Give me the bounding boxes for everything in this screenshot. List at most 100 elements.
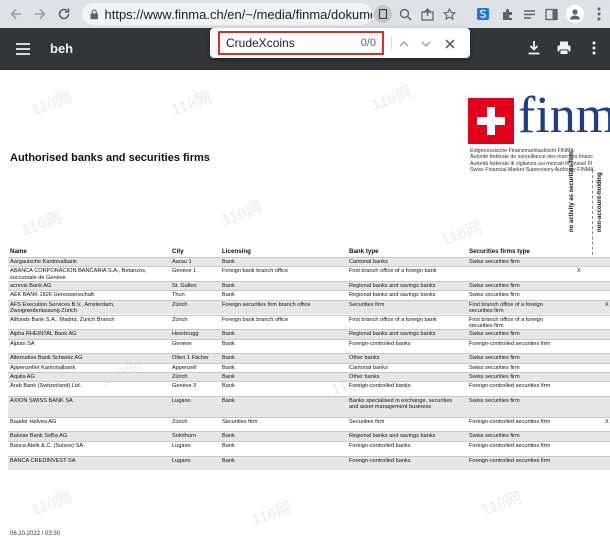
cell-city: Zürich (172, 374, 188, 380)
table-row: Aargauische Kantonalbank Aarau 1 Bank Canto… (8, 257, 610, 267)
cell-name: BANCA CREDINVEST SA (10, 457, 76, 464)
cell-securities-type: Swiss securities firm (469, 259, 520, 265)
download-icon (528, 41, 540, 55)
browser-menu-button[interactable] (590, 5, 608, 23)
footer-date: 06.10.2022 / 03:30 (10, 531, 61, 537)
cell-bank-type: Other banks (349, 355, 380, 362)
table-row: AEK BANK 1826 Genossenschaft Thun Bank Regi… (8, 290, 610, 299)
cell-city: Genève 3 (172, 383, 197, 390)
table-row: Arab Bank (Switzerland) Ltd. Genève 3 Bank… (8, 381, 610, 396)
cell-name: Alpian SA (10, 340, 35, 347)
cell-licensing: Foreign bank branch office (222, 316, 289, 323)
hamburger-icon (16, 43, 30, 55)
cell-name: Appenzeller Kantonalbank (10, 364, 76, 371)
cell-securities-type: Swiss securities firm (469, 283, 520, 290)
cell-name: ABANCA CORPORACION BANCARIA S.A., Betanz… (10, 268, 147, 281)
browser-toolbar: https://www.finma.ch/en/~/media/finma/do… (0, 0, 610, 28)
cell-city: Genève 1 (172, 268, 197, 275)
column-header-licensing: Licensing (222, 248, 251, 255)
cell-licensing: Bank (222, 374, 235, 380)
cell-licensing: Bank (222, 292, 235, 299)
cell-licensing: Bank (222, 331, 235, 338)
url-text: https://www.finma.ch/en/~/media/finma/do… (104, 6, 372, 22)
reading-list-button[interactable] (520, 5, 538, 23)
cell-securities-type: Swiss securities firm (469, 398, 520, 405)
cell-bank-type: Cantonal banks (349, 364, 388, 371)
bookmark-button[interactable] (440, 5, 458, 23)
table-row: Alpian SA Genève Bank Foreign-controlled ba… (8, 338, 610, 354)
cell-bank-type: First branch office of a foreign bank (349, 316, 437, 323)
cell-bank-type: Foreign-controlled banks (349, 340, 411, 347)
cell-bank-type: Other banks (349, 374, 380, 380)
address-bar[interactable]: https://www.finma.ch/en/~/media/finma/do… (82, 3, 372, 25)
side-panel-button[interactable] (542, 5, 560, 23)
find-input[interactable]: CrudeXcoins 0/0 (218, 31, 384, 55)
reload-button[interactable] (54, 4, 74, 24)
cell-securities-type: Swiss securities firm (469, 331, 520, 338)
cell-licensing: Bank (222, 259, 235, 265)
cell-securities-type: Foreign-controlled securities firm (469, 383, 551, 390)
cell-name: Aargauische Kantonalbank (10, 259, 77, 265)
cell-name: Arab Bank (Switzerland) Ltd. (10, 383, 82, 390)
close-icon (445, 39, 455, 49)
cell-securities-type: Foreign-controlled securities firm (469, 457, 551, 464)
table-row: Allfunds Bank S.A., Madrid, Zurich Branc… (8, 314, 610, 330)
table-row: BANCA CREDINVEST SA Lugano Bank Foreign-con… (8, 455, 610, 471)
find-query: CrudeXcoins (226, 36, 295, 50)
chevron-up-icon (399, 40, 409, 47)
pdf-more-button[interactable] (592, 41, 596, 60)
cell-bank-type: Foreign-controlled banks (349, 383, 411, 390)
column-header-name: Name (10, 248, 27, 255)
download-button[interactable] (528, 41, 540, 60)
back-button[interactable] (6, 4, 26, 24)
find-bar: CrudeXcoins 0/0 (210, 28, 470, 58)
column-header-securities-type: Securities firms type (469, 248, 530, 255)
cell-name: acrevis Bank AG (10, 283, 52, 290)
cell-city: Olten 1 Fächer (172, 355, 209, 362)
table-row: Alpha RHEINTAL Bank AG Heerbrugg Bank Regio… (8, 329, 610, 339)
cell-bank-type: Regional banks and savings banks (349, 433, 436, 440)
cell-name: Alternative Bank Schweiz AG (10, 355, 83, 362)
cell-non-account-holding: X (605, 418, 609, 425)
cell-licensing: Foreign bank branch office (222, 268, 289, 275)
watermark: 110网 (369, 84, 415, 115)
find-result-count: 0/0 (360, 37, 376, 49)
cell-securities-type: First branch office of a foreign securit… (469, 316, 543, 329)
column-header-no-activity: no activity as securities firm (569, 151, 575, 232)
pdf-title: beh (50, 41, 74, 56)
cell-city: St. Gallen (172, 283, 197, 290)
printer-icon (557, 41, 571, 55)
cell-licensing: Bank (222, 442, 235, 449)
cell-no-activity: X (577, 268, 581, 275)
table-row: AXION SWISS BANK SA Lugano Bank Banks speci… (8, 396, 610, 417)
cell-bank-type: Cantonal banks (349, 259, 388, 265)
extension-button[interactable] (474, 5, 492, 23)
watermark: 110网 (29, 489, 75, 520)
avatar-icon (570, 9, 580, 20)
cell-securities-type: Foreign-controlled securities firm (469, 418, 551, 425)
cell-securities-type: First branch office of a foreign securit… (469, 301, 543, 314)
zoom-icon (399, 8, 411, 20)
cell-securities-type: Foreign-controlled securities firm (469, 340, 551, 347)
hamburger-menu-button[interactable] (16, 42, 30, 60)
zoom-button[interactable] (396, 5, 414, 23)
cell-city: Zürich (172, 301, 188, 308)
cell-securities-type: Swiss securities firm (469, 433, 520, 440)
find-next-button[interactable] (420, 37, 432, 55)
print-button[interactable] (557, 41, 571, 60)
back-arrow-icon (10, 8, 21, 20)
extensions-menu-button[interactable] (498, 5, 516, 23)
cell-bank-type: First branch office of a foreign bank (349, 268, 437, 275)
profile-button[interactable] (566, 5, 584, 23)
find-previous-button[interactable] (398, 37, 410, 55)
cell-non-account-holding: X (605, 301, 609, 308)
cell-name: Allfunds Bank S.A., Madrid, Zurich Branc… (10, 316, 115, 323)
share-button[interactable] (418, 5, 436, 23)
forward-button[interactable] (30, 4, 50, 24)
cell-name: Banca Aletti & C. (Suisse) SA (10, 442, 84, 449)
cell-bank-type: Securities firm (349, 418, 385, 425)
pdf-save-chip[interactable] (374, 5, 392, 23)
cell-securities-type: Swiss securities firm (469, 364, 520, 371)
find-close-button[interactable] (444, 37, 456, 55)
cell-securities-type: Swiss securities firm (469, 292, 520, 299)
